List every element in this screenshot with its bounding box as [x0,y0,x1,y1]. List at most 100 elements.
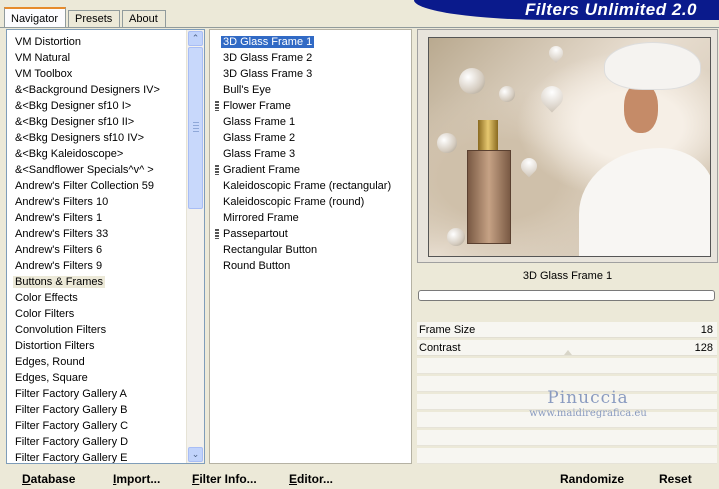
category-list: VM Distortion VM Natural VM Toolbox &<Backg… [7,34,187,464]
scroll-thumb[interactable] [188,47,203,209]
category-item[interactable]: Buttons & Frames [7,274,187,290]
category-item-label: Andrew's Filters 6 [15,244,103,256]
filter-item[interactable]: Glass Frame 2 [210,130,410,146]
filter-item-label: Glass Frame 2 [223,132,296,144]
database-label: atabase [30,472,76,486]
hat-shape [604,42,701,90]
filter-item[interactable]: Kaleidoscopic Frame (round) [210,194,410,210]
category-item[interactable]: Andrew's Filters 9 [7,258,187,274]
category-item[interactable]: Andrew's Filters 10 [7,194,187,210]
editor-button[interactable]: Editor... [289,472,333,486]
header: Filters Unlimited 2.0 Navigator Presets … [0,0,719,28]
filter-item[interactable]: Flower Frame [210,98,410,114]
pearl-decoration [459,68,485,94]
app-banner-title: Filters Unlimited 2.0 [414,0,719,20]
category-item-label: &<Bkg Designer sf10 II> [15,116,135,128]
watermark-site: www.maidiregrafica.eu [529,408,647,419]
grip-line [193,122,199,123]
category-item[interactable]: Convolution Filters [7,322,187,338]
filter-item[interactable]: Mirrored Frame [210,210,410,226]
category-item-label: Andrew's Filter Collection 59 [15,180,155,192]
filter-item-label: 3D Glass Frame 2 [223,52,313,64]
filter-item[interactable]: Glass Frame 1 [210,114,410,130]
category-item-label: VM Toolbox [15,68,73,80]
category-item[interactable]: &<Bkg Designer sf10 II> [7,114,187,130]
filter-item-label: 3D Glass Frame 1 [221,36,315,48]
category-item[interactable]: &<Bkg Designers sf10 IV> [7,130,187,146]
category-item[interactable]: Filter Factory Gallery D [7,434,187,450]
parameter-row-contrast[interactable]: Contrast 128 [417,340,717,356]
filter-item-label: Bull's Eye [223,84,271,96]
category-scrollbar[interactable]: ⌃ ⌄ [186,30,204,463]
category-item-label: VM Natural [15,52,71,64]
empty-parameter-row [417,358,717,374]
category-item[interactable]: Andrew's Filters 1 [7,210,187,226]
filter-item[interactable]: 3D Glass Frame 1 [210,34,410,50]
category-item[interactable]: VM Distortion [7,34,187,50]
filter-item-label: 3D Glass Frame 3 [223,68,313,80]
category-item-label: Filter Factory Gallery A [15,388,127,400]
filter-item[interactable]: 3D Glass Frame 2 [210,50,410,66]
category-item[interactable]: Andrew's Filters 6 [7,242,187,258]
filter-item[interactable]: Rectangular Button [210,242,410,258]
filter-item-label: Glass Frame 3 [223,148,296,160]
import-button[interactable]: Import... [113,472,160,486]
preview-image[interactable] [428,37,711,257]
category-item-label: Color Filters [15,308,75,320]
perfume-bottle [467,150,511,244]
filter-info-button[interactable]: Filter Info... [192,472,257,486]
scroll-up-button[interactable]: ⌃ [188,31,203,46]
category-item[interactable]: Edges, Round [7,354,187,370]
category-item-label: Edges, Square [15,372,88,384]
filter-item[interactable]: Passepartout [210,226,410,242]
tab-presets[interactable]: Presets [68,10,120,27]
category-item[interactable]: Andrew's Filter Collection 59 [7,178,187,194]
filter-list-panel: 3D Glass Frame 1 3D Glass Frame 2 3D Glass… [209,29,412,464]
empty-parameter-row [417,448,717,464]
category-list-panel: VM Distortion VM Natural VM Toolbox &<Backg… [6,29,205,464]
pearl-decoration [447,228,465,246]
category-item[interactable]: &<Bkg Kaleidoscope> [7,146,187,162]
category-item-label: &<Background Designers IV> [15,84,160,96]
filter-item[interactable]: 3D Glass Frame 3 [210,66,410,82]
category-item[interactable]: Color Effects [7,290,187,306]
category-item[interactable]: VM Toolbox [7,66,187,82]
reset-button[interactable]: Reset [659,472,692,486]
filter-item-label: Rectangular Button [223,244,318,256]
category-item[interactable]: Filter Factory Gallery A [7,386,187,402]
category-item[interactable]: Filter Factory Gallery C [7,418,187,434]
editor-label: ditor... [297,472,334,486]
tab-about[interactable]: About [122,10,166,27]
category-item[interactable]: &<Background Designers IV> [7,82,187,98]
database-button[interactable]: Database [22,472,75,486]
category-item[interactable]: Filter Factory Gallery B [7,402,187,418]
randomize-button[interactable]: Randomize [560,472,624,486]
filter-item[interactable]: Kaleidoscopic Frame (rectangular) [210,178,410,194]
category-item[interactable]: Color Filters [7,306,187,322]
category-item[interactable]: Filter Factory Gallery E [7,450,187,464]
has-parameters-marker-icon [215,165,219,175]
parameter-value: 18 [700,324,713,336]
tab-divider [0,27,719,28]
tab-navigator[interactable]: Navigator [4,7,66,28]
category-item-label: &<Bkg Kaleidoscope> [15,148,124,160]
category-item[interactable]: Edges, Square [7,370,187,386]
filter-item[interactable]: Bull's Eye [210,82,410,98]
category-item[interactable]: &<Sandflower Specials^v^ > [7,162,187,178]
filter-info-label: ilter Info... [199,472,257,486]
parameter-label: Frame Size [419,324,476,336]
scroll-down-button[interactable]: ⌄ [188,447,203,462]
filter-item[interactable]: Glass Frame 3 [210,146,410,162]
category-item[interactable]: VM Natural [7,50,187,66]
progress-bar [418,290,715,301]
filter-item[interactable]: Gradient Frame [210,162,410,178]
category-item-label: Andrew's Filters 9 [15,260,103,272]
category-item-label: Filter Factory Gallery E [15,452,128,464]
filter-item[interactable]: Round Button [210,258,410,274]
filter-list: 3D Glass Frame 1 3D Glass Frame 2 3D Glass… [210,34,410,274]
category-item[interactable]: Andrew's Filters 33 [7,226,187,242]
filter-item-label: Kaleidoscopic Frame (round) [223,196,365,208]
category-item[interactable]: &<Bkg Designer sf10 I> [7,98,187,114]
category-item[interactable]: Distortion Filters [7,338,187,354]
parameter-row-frame-size[interactable]: Frame Size 18 [417,322,717,338]
